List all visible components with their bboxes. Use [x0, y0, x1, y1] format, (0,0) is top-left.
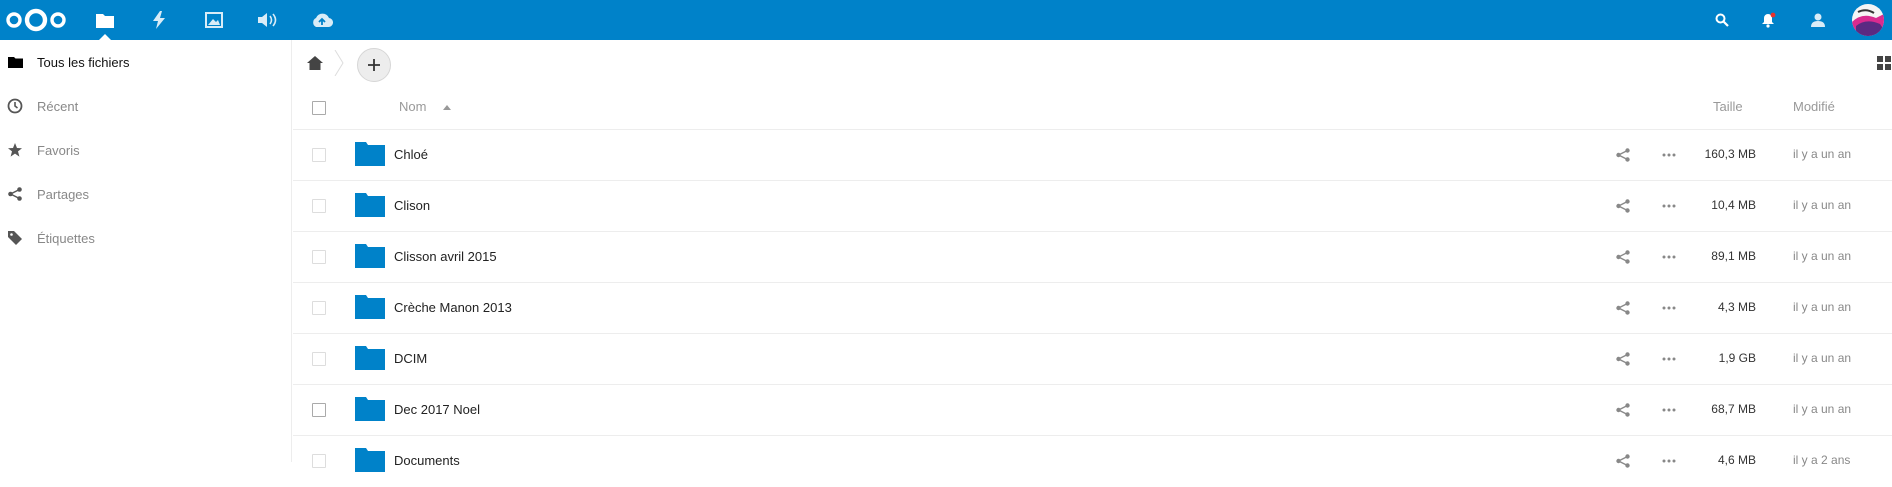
file-size: 89,1 MB	[1711, 249, 1756, 263]
file-size: 4,3 MB	[1717, 300, 1756, 314]
folder-icon	[355, 295, 385, 319]
folder-icon	[355, 193, 385, 217]
file-modified: il y a un an	[1793, 249, 1852, 263]
column-modified[interactable]: Modifié	[1793, 99, 1835, 114]
row-checkbox[interactable]	[312, 352, 326, 366]
sidebar-item-label: Favoris	[37, 142, 80, 158]
sidebar-item-label: Étiquettes	[37, 230, 95, 246]
row-checkbox[interactable]	[312, 403, 326, 417]
table-row[interactable]: Crèche Manon 2013 4,3 MB il y a un an	[293, 283, 1892, 334]
sidebar-item-label: Récent	[37, 98, 79, 114]
plus-icon	[368, 59, 380, 71]
table-row[interactable]: Chloé 160,3 MB il y a un an	[293, 130, 1892, 181]
file-modified: il y a 2 ans	[1793, 453, 1851, 467]
file-size: 10,4 MB	[1711, 198, 1756, 212]
sidebar-item-tags[interactable]: Étiquettes	[0, 216, 291, 260]
clock-icon	[6, 97, 24, 115]
folder-icon	[355, 244, 385, 268]
file-name[interactable]: DCIM	[394, 351, 427, 366]
file-name[interactable]: Crèche Manon 2013	[394, 300, 512, 315]
share-icon[interactable]	[1615, 147, 1631, 163]
row-checkbox[interactable]	[312, 199, 326, 213]
share-icon[interactable]	[1615, 198, 1631, 214]
file-modified: il y a un an	[1793, 402, 1852, 416]
gallery-icon[interactable]	[201, 0, 227, 40]
table-row[interactable]: Clison 10,4 MB il y a un an	[293, 181, 1892, 232]
share-icon[interactable]	[1615, 249, 1631, 265]
file-table-header: Nom Taille Modifié	[293, 86, 1892, 130]
file-size: 160,3 MB	[1704, 147, 1756, 161]
sidebar-item-shares[interactable]: Partages	[0, 172, 291, 216]
file-list-area: Nom Taille Modifié Chloé 160,3 MB il y a…	[293, 40, 1892, 472]
share-icon[interactable]	[1615, 351, 1631, 367]
sidebar-item-favorites[interactable]: Favoris	[0, 128, 291, 172]
sidebar-item-all-files[interactable]: Tous les fichiers	[0, 40, 291, 84]
avatar[interactable]	[1852, 0, 1884, 40]
share-icon[interactable]	[1615, 300, 1631, 316]
file-size: 4,6 MB	[1717, 453, 1756, 467]
sidebar-item-label: Partages	[37, 186, 90, 202]
top-header	[0, 0, 1892, 40]
folder-icon	[355, 346, 385, 370]
app-navigation: Tous les fichiers Récent Favoris Partage…	[0, 40, 292, 462]
column-size[interactable]: Taille	[1713, 99, 1773, 114]
breadcrumb-separator	[334, 50, 344, 76]
nextcloud-logo[interactable]	[4, 0, 68, 40]
file-modified: il y a un an	[1793, 198, 1852, 212]
row-checkbox[interactable]	[312, 301, 326, 315]
tag-icon	[6, 229, 24, 247]
folder-icon	[355, 448, 385, 472]
sort-ascending-icon	[443, 105, 451, 110]
table-row[interactable]: Dec 2017 Noel 68,7 MB il y a un an	[293, 385, 1892, 436]
row-checkbox[interactable]	[312, 250, 326, 264]
row-checkbox[interactable]	[312, 454, 326, 468]
file-name[interactable]: Dec 2017 Noel	[394, 402, 480, 417]
file-name[interactable]: Chloé	[394, 147, 428, 162]
folder-icon	[355, 397, 385, 421]
sidebar-item-label: Tous les fichiers	[37, 54, 130, 70]
file-modified: il y a un an	[1793, 351, 1852, 365]
table-row[interactable]: Clisson avril 2015 89,1 MB il y a un an	[293, 232, 1892, 283]
row-checkbox[interactable]	[312, 148, 326, 162]
file-modified: il y a un an	[1793, 147, 1852, 161]
sidebar-item-recent[interactable]: Récent	[0, 84, 291, 128]
audio-icon[interactable]	[254, 0, 282, 40]
file-modified: il y a un an	[1793, 300, 1852, 314]
star-icon	[6, 141, 24, 159]
file-name[interactable]: Clison	[394, 198, 430, 213]
file-size: 1,9 GB	[1718, 351, 1756, 365]
select-all-checkbox[interactable]	[312, 101, 326, 115]
cloud-upload-icon[interactable]	[308, 0, 336, 40]
home-icon[interactable]	[305, 53, 325, 73]
share-icon[interactable]	[1615, 453, 1631, 469]
grid-view-icon[interactable]	[1876, 55, 1892, 71]
search-icon[interactable]	[1710, 0, 1734, 40]
folder-icon	[6, 53, 24, 71]
file-name[interactable]: Documents	[394, 453, 460, 468]
share-icon	[6, 185, 24, 203]
column-name[interactable]: Nom	[399, 99, 426, 114]
folder-icon	[355, 142, 385, 166]
new-file-button[interactable]	[357, 48, 391, 82]
contacts-icon[interactable]	[1806, 0, 1830, 40]
notifications-icon[interactable]	[1756, 0, 1780, 40]
file-size: 68,7 MB	[1711, 402, 1756, 416]
breadcrumb	[293, 40, 1892, 86]
file-name[interactable]: Clisson avril 2015	[394, 249, 497, 264]
table-row[interactable]: DCIM 1,9 GB il y a un an	[293, 334, 1892, 385]
activity-icon[interactable]	[146, 0, 172, 40]
share-icon[interactable]	[1615, 402, 1631, 418]
